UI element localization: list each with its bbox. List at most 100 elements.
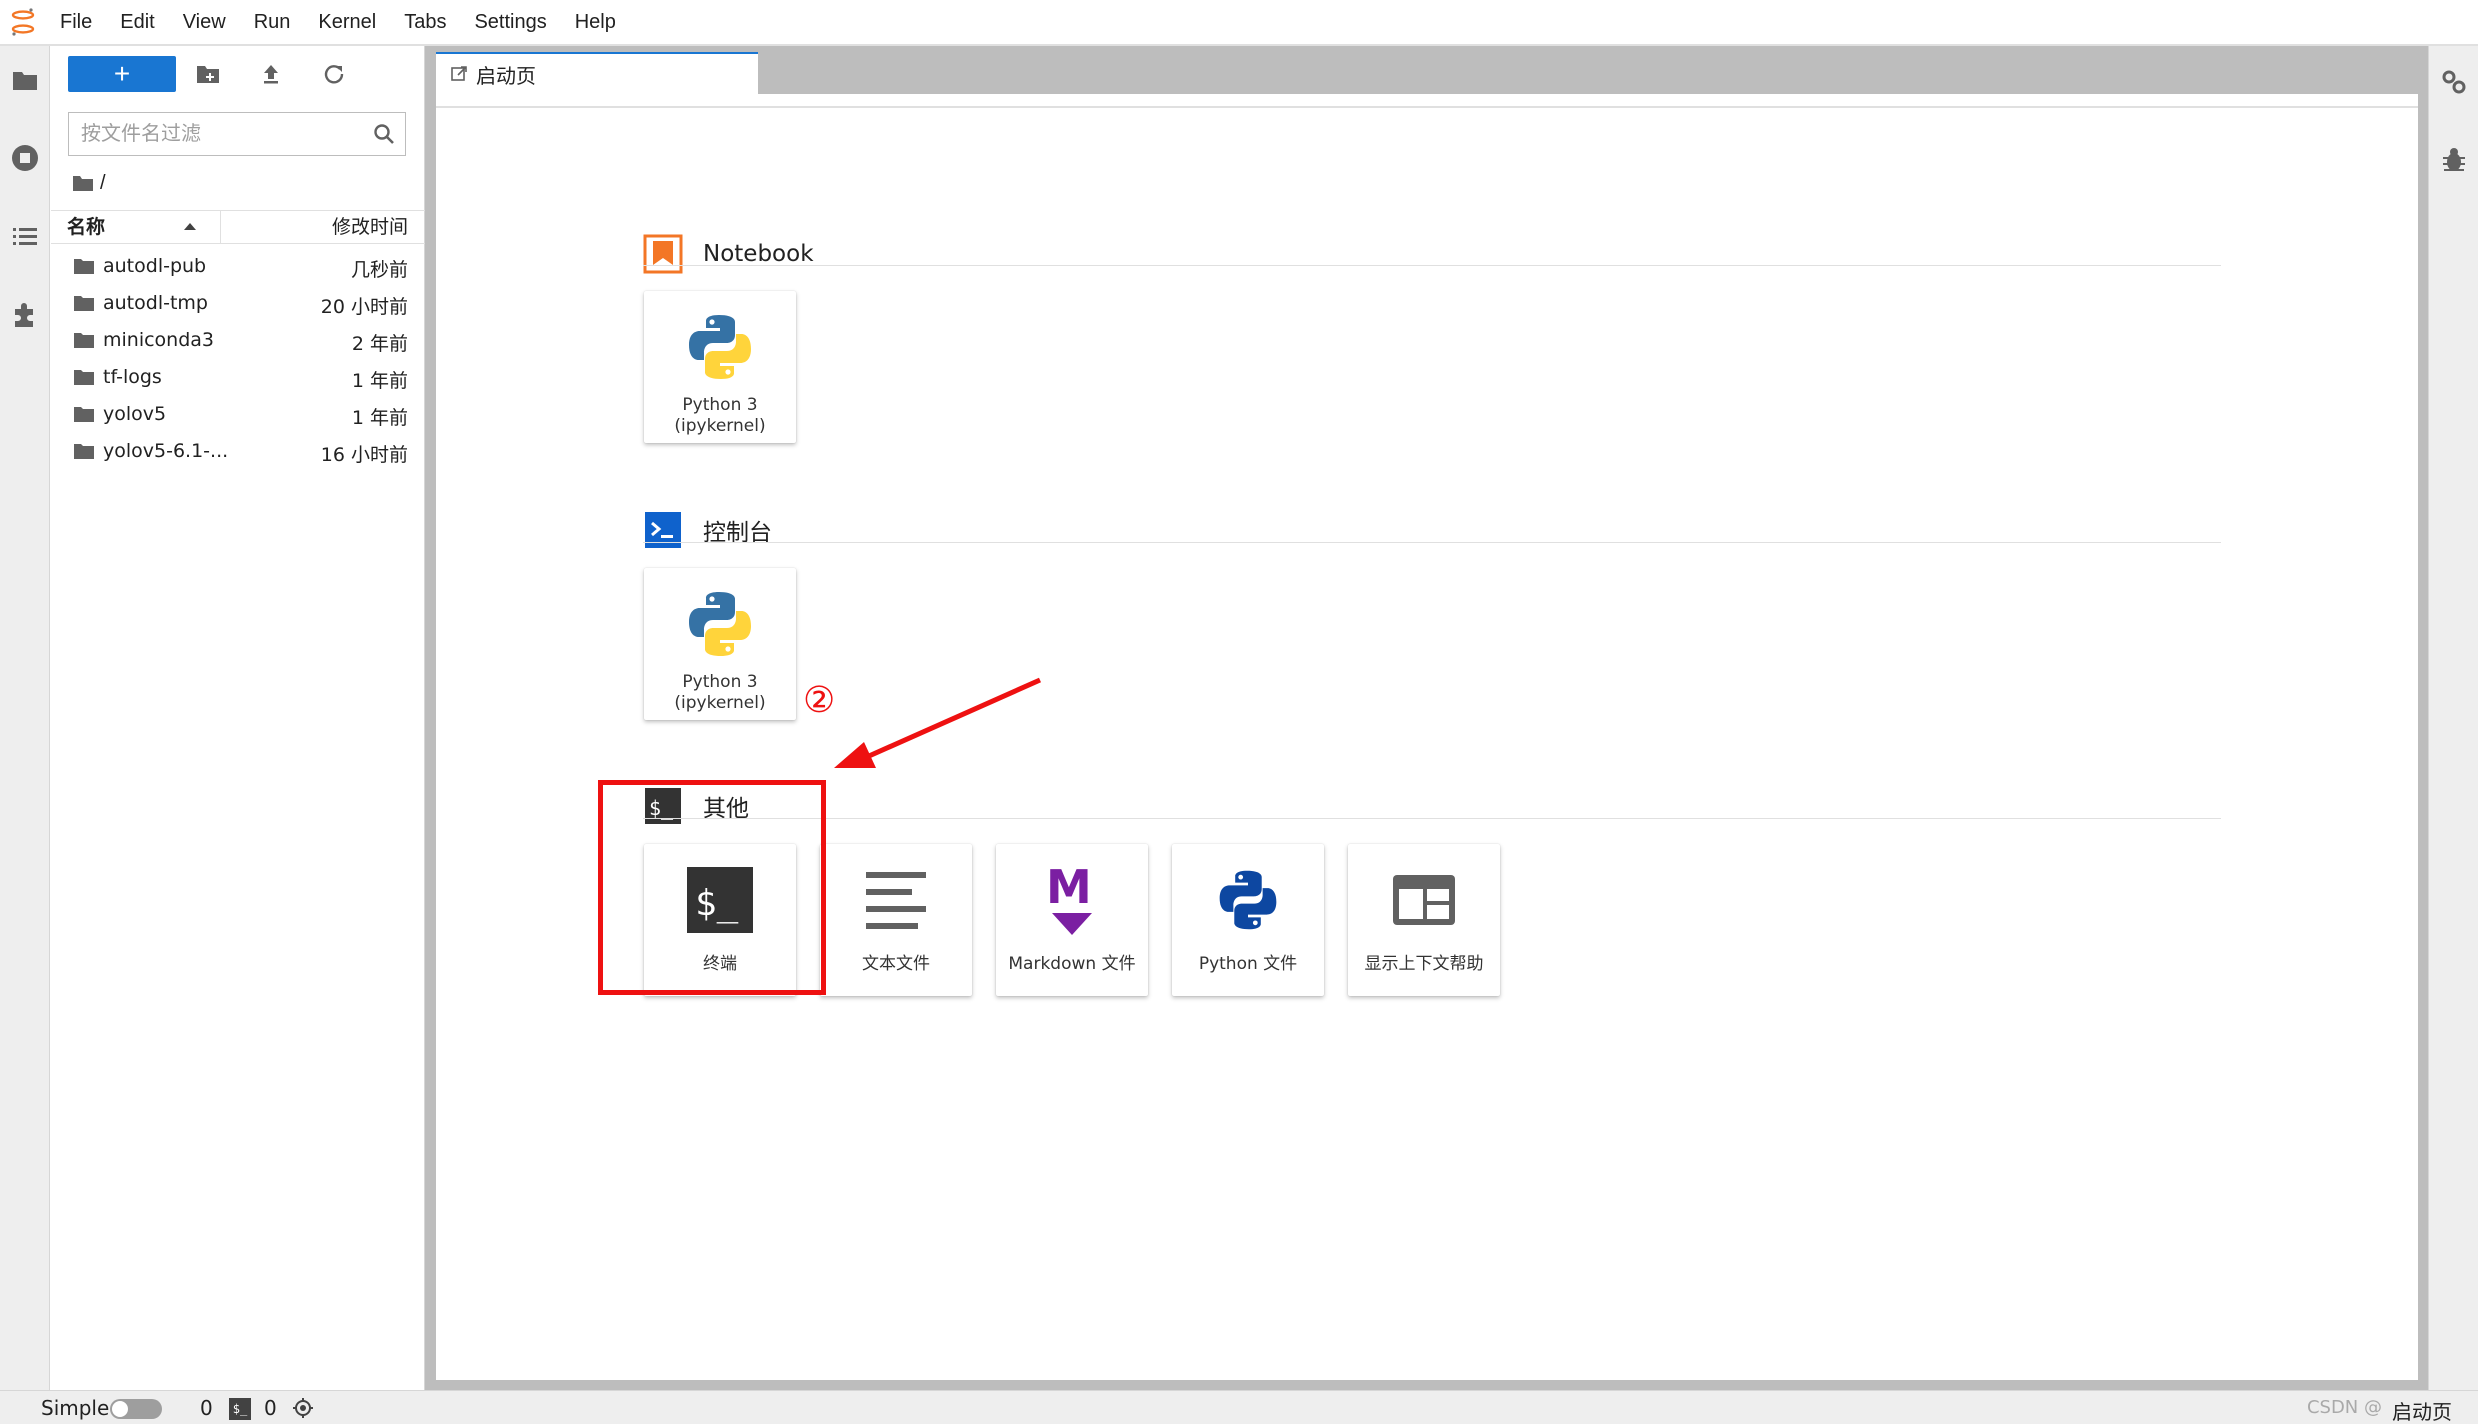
file-row[interactable]: yolov5-6.1-... 16 小时前 [51, 433, 425, 470]
python-file-icon [1208, 860, 1288, 940]
menu-help[interactable]: Help [561, 0, 630, 45]
folder-icon [74, 259, 94, 274]
section-divider [643, 265, 2221, 266]
file-name: yolov5-6.1-... [103, 440, 229, 462]
annotation-arrow-icon [834, 677, 1042, 768]
section-console-header: 控制台 [643, 508, 772, 552]
refresh-icon[interactable] [320, 60, 348, 88]
menu-view[interactable]: View [169, 0, 240, 45]
card-markdown-file[interactable]: M Markdown 文件 [996, 844, 1148, 996]
simple-mode-toggle[interactable] [110, 1399, 162, 1419]
launcher-top-divider [436, 106, 2418, 108]
card-text-file[interactable]: 文本文件 [820, 844, 972, 996]
launcher-tab-icon [451, 66, 467, 81]
menu-kernel[interactable]: Kernel [304, 0, 390, 45]
folder-icon[interactable] [9, 64, 41, 96]
status-bar: Simple 0 $_ 0 CSDN @ 启动页 [0, 1390, 2478, 1424]
file-modified: 1 年前 [351, 407, 408, 429]
card-label: Markdown 文件 [1008, 954, 1136, 974]
upload-icon[interactable] [257, 60, 285, 88]
file-name: tf-logs [103, 366, 162, 388]
section-notebook-header: Notebook [643, 232, 814, 276]
kernel-count[interactable]: 0 [200, 1396, 213, 1420]
file-modified: 16 小时前 [320, 444, 408, 466]
column-modified-header[interactable]: 修改时间 [332, 211, 408, 243]
file-modified: 1 年前 [351, 370, 408, 392]
text-file-icon [856, 860, 936, 940]
file-browser: + / 名称 修改时间 autodl-pub 几秒前 autodl-tmp 20 小时… [51, 46, 425, 1390]
card-console-python3[interactable]: Python 3 (ipykernel) [644, 568, 796, 720]
sort-ascending-icon [184, 223, 196, 230]
tab-launcher[interactable]: 启动页 [436, 52, 758, 94]
menubar: File Edit View Run Kernel Tabs Settings … [0, 0, 2478, 46]
python-icon [680, 307, 760, 387]
property-inspector-icon[interactable] [2438, 66, 2470, 98]
card-python-file[interactable]: Python 文件 [1172, 844, 1324, 996]
card-context-help[interactable]: 显示上下文帮助 [1348, 844, 1500, 996]
card-label: Python 3 (ipykernel) [674, 395, 766, 436]
folder-icon [74, 370, 94, 385]
card-notebook-python3[interactable]: Python 3 (ipykernel) [644, 291, 796, 443]
section-divider [643, 818, 2221, 819]
jupyter-logo-icon [0, 0, 46, 45]
folder-icon [74, 407, 94, 422]
new-folder-icon[interactable] [194, 60, 222, 88]
svg-text:M: M [1046, 863, 1092, 914]
terminal-icon: $_ [229, 1398, 251, 1420]
notebook-section-icon [643, 234, 683, 274]
card-label: 显示上下文帮助 [1364, 954, 1484, 974]
file-modified: 20 小时前 [320, 296, 408, 318]
menu-run[interactable]: Run [240, 0, 305, 45]
new-launcher-button[interactable]: + [68, 56, 176, 92]
card-label: Python 3 (ipykernel) [674, 672, 766, 713]
file-list-header: 名称 修改时间 [51, 210, 425, 244]
watermark: CSDN @ [2306, 1397, 2382, 1418]
breadcrumb: / [72, 168, 106, 198]
terminal-count[interactable]: 0 [264, 1396, 277, 1420]
home-folder-icon[interactable] [72, 174, 94, 192]
kernel-status-icon[interactable] [292, 1397, 314, 1419]
main-dock-area: 启动页 Notebook Python 3 (ipykernel) 控制台 Py… [436, 46, 2428, 1390]
filter-field[interactable] [68, 112, 406, 156]
plus-icon: + [113, 58, 131, 89]
menu-tabs[interactable]: Tabs [390, 0, 460, 45]
card-label: 文本文件 [862, 954, 930, 974]
file-row[interactable]: miniconda3 2 年前 [51, 322, 425, 359]
running-kernels-icon[interactable] [9, 142, 41, 174]
breadcrumb-root[interactable]: / [100, 172, 106, 195]
file-name: autodl-pub [103, 255, 207, 277]
left-activity-bar [0, 46, 50, 1390]
console-section-icon [645, 512, 681, 548]
menu-file[interactable]: File [46, 0, 106, 45]
active-document-label: 启动页 [2392, 1400, 2452, 1424]
file-browser-toolbar: + [51, 46, 425, 106]
search-icon [374, 124, 394, 144]
file-name: miniconda3 [103, 329, 215, 351]
file-row[interactable]: autodl-tmp 20 小时前 [51, 285, 425, 322]
filter-input[interactable] [81, 113, 361, 153]
menu-settings[interactable]: Settings [460, 0, 560, 45]
simple-mode-label: Simple [41, 1396, 110, 1420]
folder-icon [74, 296, 94, 311]
file-row[interactable]: autodl-pub 几秒前 [51, 248, 425, 285]
section-divider [643, 542, 2221, 543]
context-help-icon [1384, 860, 1464, 940]
tab-bar: 启动页 [436, 46, 2428, 94]
file-modified: 几秒前 [350, 259, 408, 281]
folder-icon [74, 444, 94, 459]
extension-manager-icon[interactable] [9, 298, 41, 330]
table-of-contents-icon[interactable] [9, 220, 41, 252]
file-row[interactable]: yolov5 1 年前 [51, 396, 425, 433]
column-name-header[interactable]: 名称 [67, 211, 221, 243]
card-label: Python 文件 [1198, 954, 1298, 974]
python-icon [680, 584, 760, 664]
markdown-icon: M [1032, 860, 1112, 940]
file-name: yolov5 [103, 403, 167, 425]
right-activity-bar [2428, 46, 2478, 1390]
debugger-icon[interactable] [2438, 144, 2470, 176]
annotation-highlight-box [598, 780, 826, 995]
folder-icon [74, 333, 94, 348]
file-row[interactable]: tf-logs 1 年前 [51, 359, 425, 396]
menu-edit[interactable]: Edit [106, 0, 168, 45]
panel-splitter[interactable] [425, 46, 436, 1390]
